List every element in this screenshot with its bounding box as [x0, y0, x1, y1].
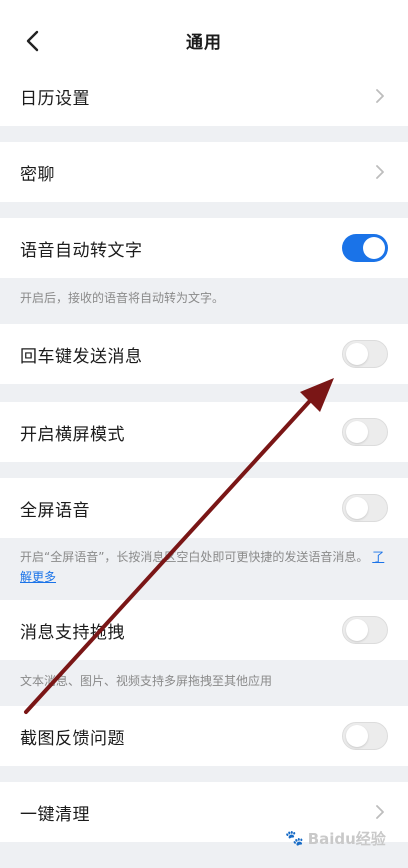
fullscreen-voice-note-text: 开启“全屏语音”，长按消息区空白处即可更快捷的发送语音消息。 — [20, 550, 369, 564]
fullscreen-voice-toggle[interactable] — [342, 494, 388, 522]
settings-item-label: 一键清理 — [20, 804, 90, 825]
chevron-right-icon — [374, 88, 386, 104]
drag-drop-note: 文本消息、图片、视频支持多屏拖拽至其他应用 — [20, 674, 273, 688]
watermark-text: Baidu经验 — [307, 829, 386, 848]
settings-item-calendar[interactable]: 日历设置 — [0, 66, 408, 126]
settings-item-label: 日历设置 — [20, 88, 90, 109]
back-button[interactable] — [18, 26, 48, 56]
settings-item-label: 语音自动转文字 — [20, 240, 143, 261]
settings-item-label: 截图反馈问题 — [20, 728, 125, 749]
settings-item-landscape: 开启横屏模式 — [0, 402, 408, 462]
settings-item-voice-to-text: 语音自动转文字 — [0, 218, 408, 278]
chevron-left-icon — [26, 30, 39, 52]
voice-to-text-toggle[interactable] — [342, 234, 388, 262]
watermark: 🐾 Baidu经验 — [285, 818, 395, 858]
paw-icon: 🐾 — [285, 829, 304, 847]
voice-to-text-note: 开启后，接收的语音将自动转为文字。 — [20, 291, 225, 305]
settings-item-label: 消息支持拖拽 — [20, 622, 125, 643]
landscape-toggle[interactable] — [342, 418, 388, 446]
settings-item-label: 全屏语音 — [20, 500, 90, 521]
chevron-right-icon — [374, 164, 386, 180]
enter-send-toggle[interactable] — [342, 340, 388, 368]
settings-item-fullscreen-voice: 全屏语音 — [0, 478, 408, 538]
settings-item-drag-drop: 消息支持拖拽 — [0, 600, 408, 660]
settings-item-label: 回车键发送消息 — [20, 346, 143, 367]
settings-item-secret-chat[interactable]: 密聊 — [0, 142, 408, 202]
settings-item-label: 开启横屏模式 — [20, 424, 125, 445]
settings-item-screenshot-feedback: 截图反馈问题 — [0, 706, 408, 766]
fullscreen-voice-note: 开启“全屏语音”，长按消息区空白处即可更快捷的发送语音消息。 了解更多 — [20, 547, 390, 587]
screenshot-feedback-toggle[interactable] — [342, 722, 388, 750]
settings-item-label: 密聊 — [20, 164, 55, 185]
drag-drop-toggle[interactable] — [342, 616, 388, 644]
settings-item-enter-send: 回车键发送消息 — [0, 324, 408, 384]
page-title: 通用 — [186, 32, 222, 53]
status-bar — [0, 0, 408, 14]
top-app-bar: 通用 — [0, 14, 408, 66]
